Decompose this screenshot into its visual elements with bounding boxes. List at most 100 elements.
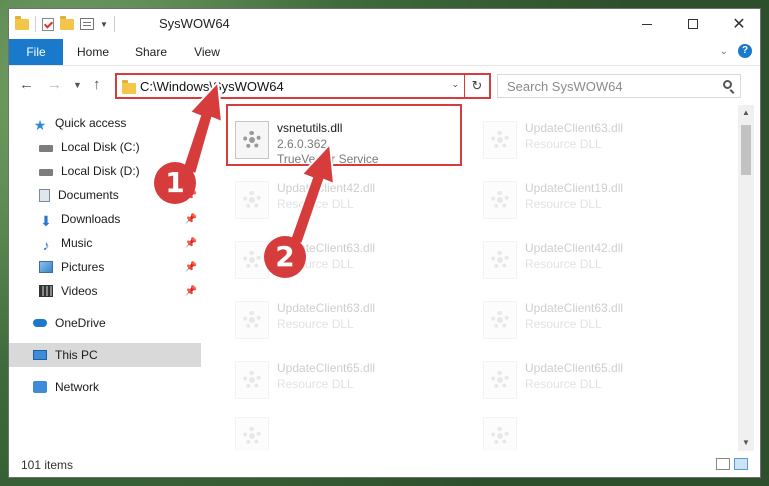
computer-icon [33,350,47,360]
file-item[interactable] [475,411,705,451]
search-placeholder: Search SysWOW64 [507,79,623,94]
address-history-chevron-down-icon[interactable]: ⌄ [451,79,459,90]
star-icon: ★ [33,117,47,133]
pictures-icon [39,261,53,273]
dll-file-icon [483,361,517,399]
file-name: UpdateClient65.dll [277,361,376,375]
sidebar-item-downloads[interactable]: ⬇ Downloads 📌 [9,207,201,231]
quick-access-toolbar: ▼ [15,15,115,32]
sidebar-item-local-disk-c[interactable]: Local Disk (C:) [9,135,201,159]
maximize-icon [688,19,698,29]
file-description: Resource DLL [277,377,354,391]
address-bar[interactable]: C:\Windows\SysWOW64 ⌄ ↻ [115,73,491,99]
file-item[interactable]: UpdateClient42.dll Resource DLL [227,175,457,223]
file-item[interactable]: UpdateClient63.dll Resource DLL [227,235,457,283]
navigation-pane: ★ Quick access Local Disk (C:) Local Dis… [9,105,201,451]
up-arrow-icon[interactable]: ↑ [93,76,101,93]
tab-view[interactable]: View [181,39,233,65]
file-name: UpdateClient63.dll [525,121,624,135]
ribbon-tabs: File Home Share View ⌄ ? [9,39,760,66]
back-arrow-icon[interactable]: ← [19,76,34,93]
download-icon: ⬇ [40,213,52,229]
search-icon [723,80,732,89]
sidebar-item-onedrive[interactable]: OneDrive [9,311,201,335]
documents-icon [39,188,50,202]
new-folder-icon[interactable] [60,15,74,30]
details-view-icon[interactable] [716,458,730,470]
pin-icon[interactable]: 📌 [185,286,197,297]
dll-file-icon [235,361,269,399]
maximize-button[interactable] [670,9,716,39]
sidebar-item-quick-access[interactable]: ★ Quick access [9,111,201,135]
file-item[interactable] [227,411,457,451]
scrollbar-thumb[interactable] [741,125,751,175]
folder-icon [122,80,136,94]
refresh-icon[interactable]: ↻ [464,75,489,97]
sidebar-item-this-pc[interactable]: This PC [9,343,201,367]
sidebar-item-pictures[interactable]: Pictures 📌 [9,255,201,279]
help-icon[interactable]: ? [738,44,752,58]
file-name: UpdateClient63.dll [525,301,624,315]
sidebar-item-label: Downloads [61,212,121,226]
file-name: UpdateClient42.dll [525,241,624,255]
ribbon-controls: ⌄ ? [720,44,752,58]
window-title: SysWOW64 [159,16,230,31]
sidebar-item-label: Videos [61,284,98,298]
navigation-bar: ← → ▼ ↑ C:\Windows\SysWOW64 ⌄ ↻ Search S… [9,66,760,104]
sidebar-item-label: Quick access [55,116,127,130]
file-name: UpdateClient63.dll [277,301,376,315]
file-item[interactable]: UpdateClient19.dll Resource DLL [475,175,705,223]
explorer-window: ▼ SysWOW64 ✕ File Home Share View ⌄ ? ← … [8,8,761,478]
file-item[interactable]: UpdateClient63.dll Resource DLL [475,115,705,163]
file-description: Resource DLL [525,257,602,271]
scroll-up-icon[interactable]: ▲ [738,105,754,121]
dll-file-icon [483,241,517,279]
search-input[interactable]: Search SysWOW64 [497,74,741,98]
pin-icon[interactable]: 📌 [185,262,197,273]
tab-share[interactable]: Share [125,39,177,65]
close-icon: ✕ [732,16,746,33]
item-count: 101 items [21,458,74,472]
dll-file-icon [483,301,517,339]
sidebar-item-label: Pictures [61,260,105,274]
file-description: Resource DLL [525,377,602,391]
sidebar-item-label: OneDrive [55,316,106,330]
scroll-down-icon[interactable]: ▼ [738,435,754,451]
folder-icon [15,15,29,30]
vertical-scrollbar[interactable]: ▲ ▼ [738,105,754,451]
close-button[interactable]: ✕ [716,9,762,39]
view-toggle [716,458,748,470]
dll-file-icon [235,181,269,219]
file-description: Resource DLL [277,317,354,331]
properties-check-icon[interactable] [42,17,54,31]
file-item[interactable]: UpdateClient65.dll Resource DLL [475,355,705,403]
callout-step-2: 2 [264,236,306,278]
sidebar-item-videos[interactable]: Videos 📌 [9,279,201,303]
expand-ribbon-chevron-down-icon[interactable]: ⌄ [720,46,728,57]
sidebar-item-music[interactable]: ♪ Music 📌 [9,231,201,255]
minimize-button[interactable] [624,9,670,39]
file-name: UpdateClient65.dll [525,361,624,375]
dll-file-icon [483,181,517,219]
tiles-view-icon[interactable] [734,458,748,470]
file-item[interactable]: UpdateClient65.dll Resource DLL [227,355,457,403]
file-item[interactable]: UpdateClient63.dll Resource DLL [475,295,705,343]
sidebar-item-network[interactable]: Network [9,375,201,399]
minimize-icon [642,23,652,25]
file-description: Resource DLL [525,317,602,331]
customize-toolbar-chevron-down-icon[interactable]: ▼ [100,20,108,29]
address-path[interactable]: C:\Windows\SysWOW64 [140,79,284,94]
network-icon [33,381,47,393]
properties-icon[interactable] [80,18,94,30]
sidebar-item-label: Music [61,236,93,250]
tab-home[interactable]: Home [67,39,119,65]
tab-file[interactable]: File [9,39,63,65]
pin-icon[interactable]: 📌 [185,214,197,225]
file-item[interactable]: UpdateClient42.dll Resource DLL [475,235,705,283]
file-item[interactable]: UpdateClient63.dll Resource DLL [227,295,457,343]
forward-arrow-icon[interactable]: → [47,76,62,93]
pin-icon[interactable]: 📌 [185,238,197,249]
sidebar-item-label: Documents [58,188,119,202]
recent-locations-chevron-down-icon[interactable]: ▼ [73,80,82,90]
divider [35,16,36,32]
